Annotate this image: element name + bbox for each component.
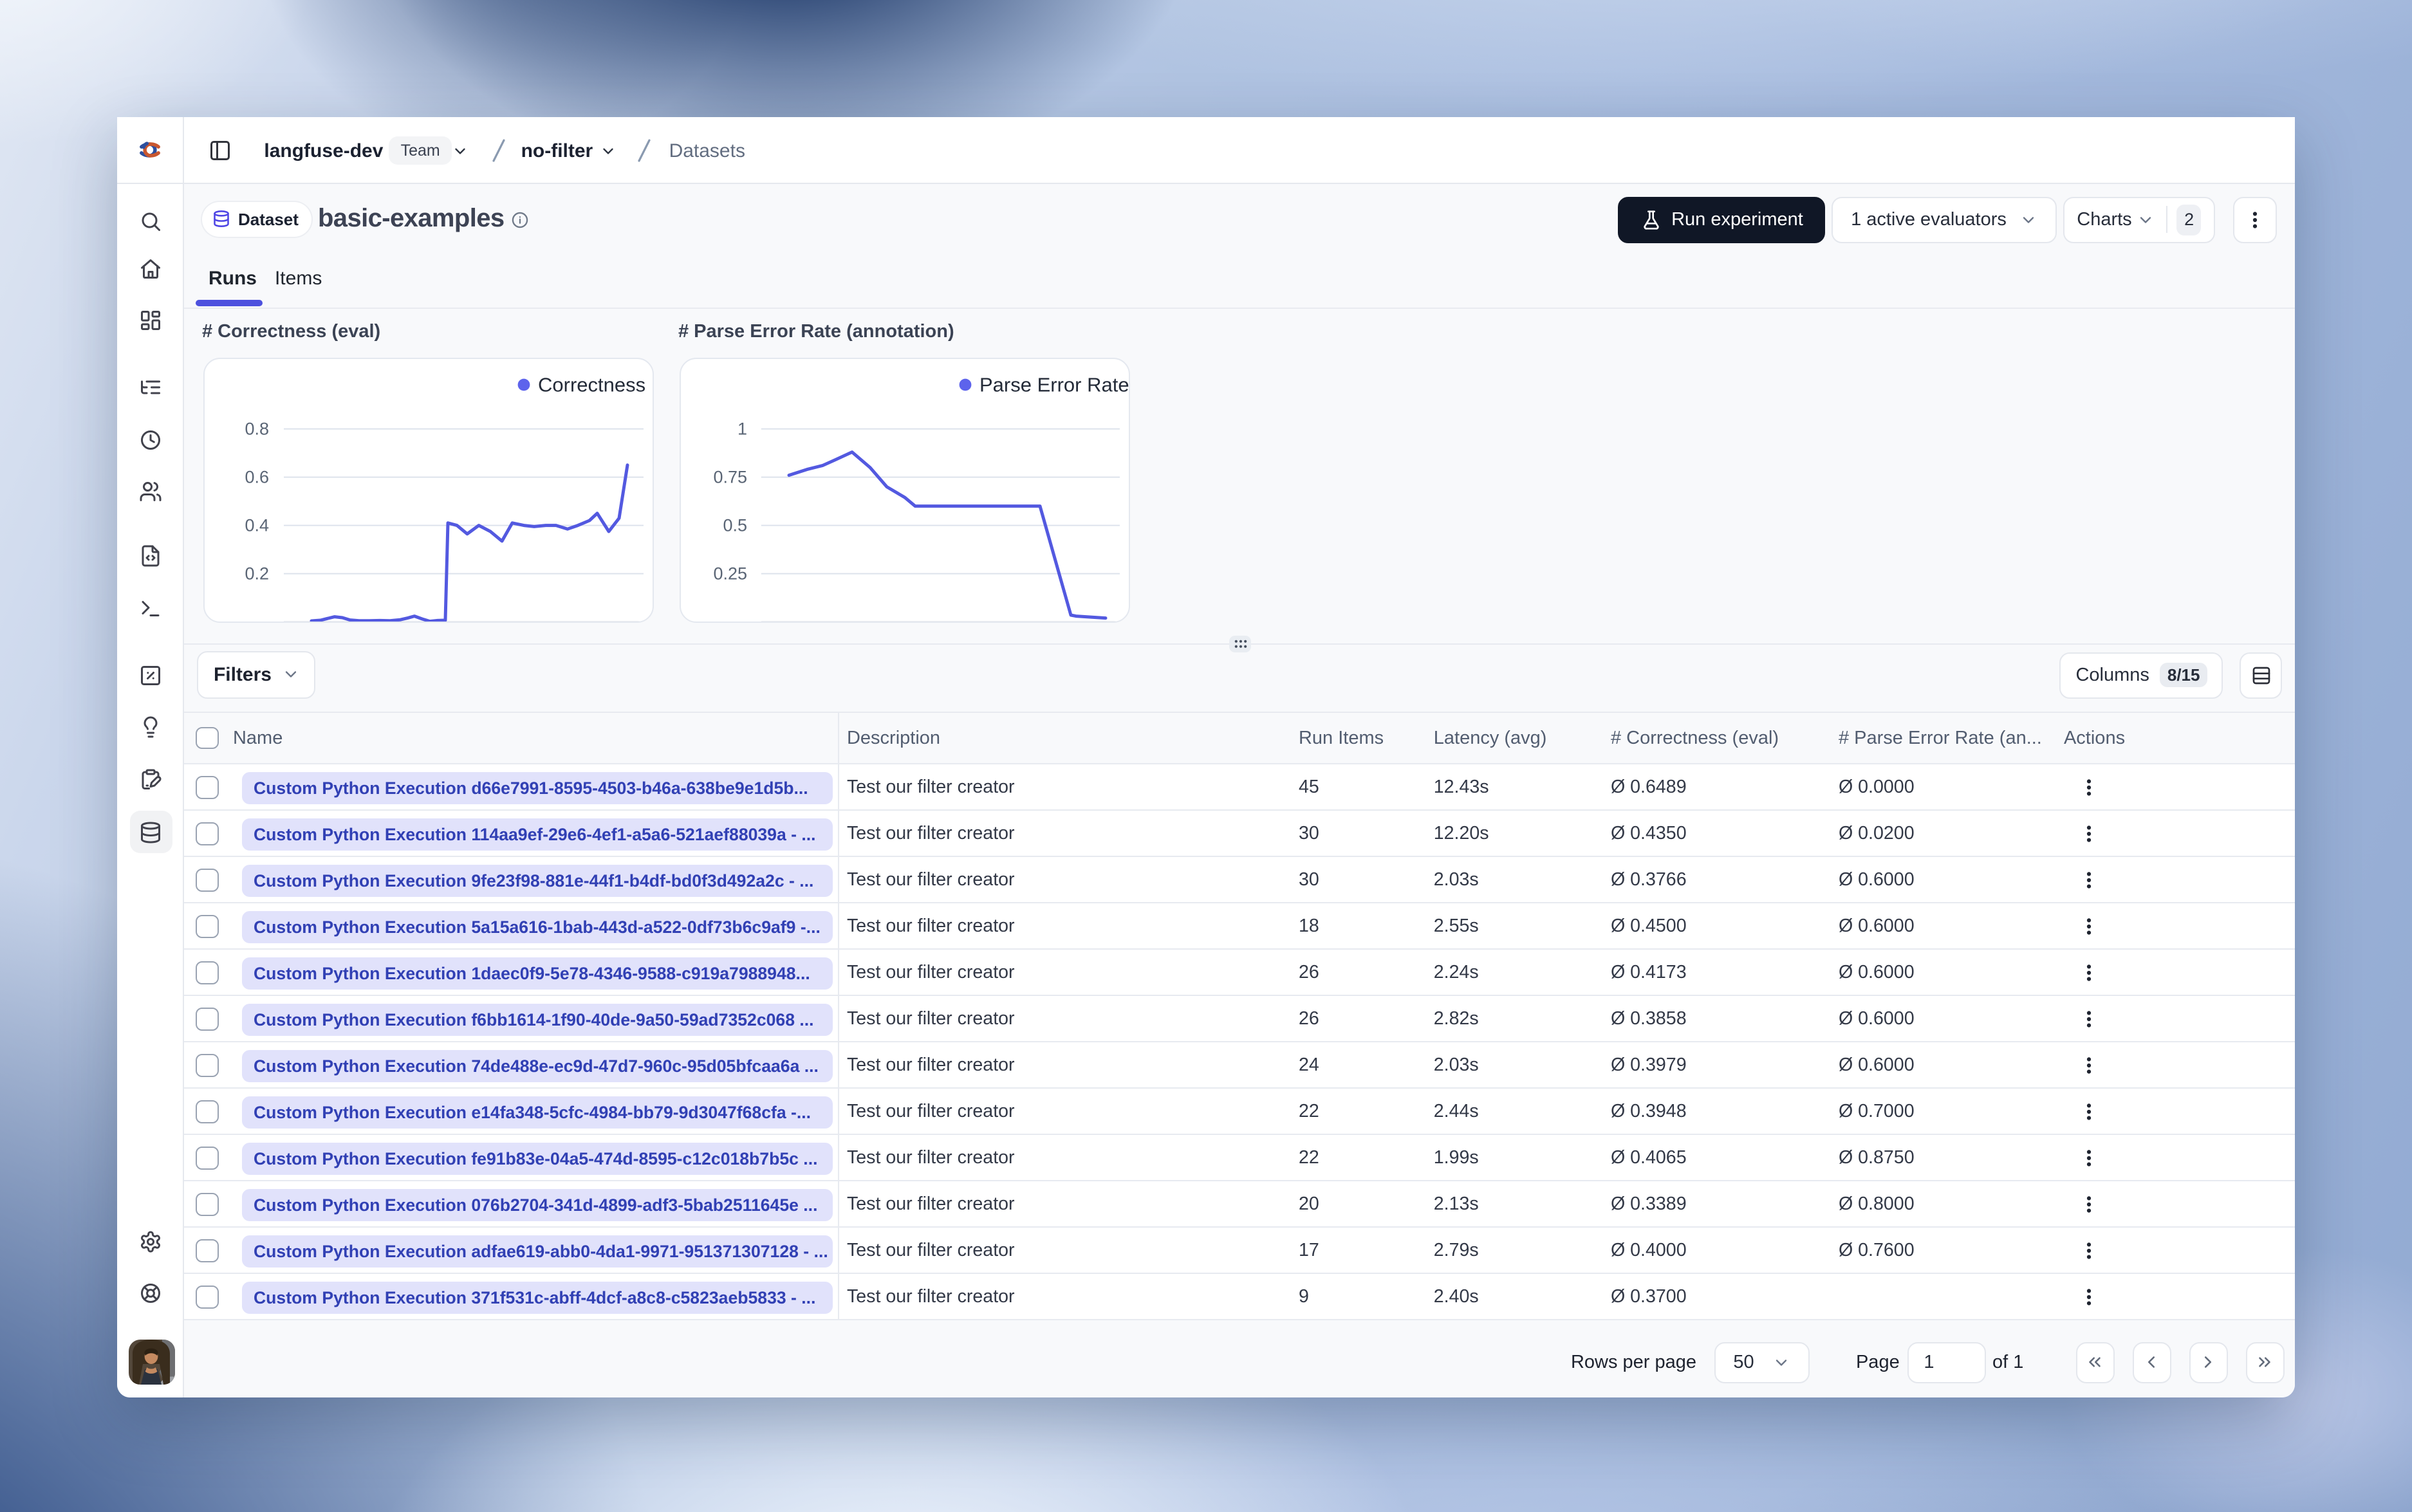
svg-text:0.25: 0.25 <box>713 564 747 583</box>
svg-text:Parse Error Rate: Parse Error Rate <box>979 373 1129 396</box>
svg-text:0.5: 0.5 <box>723 515 747 535</box>
svg-text:1: 1 <box>738 419 747 438</box>
svg-text:0.2: 0.2 <box>245 564 269 583</box>
svg-text:0.4: 0.4 <box>245 515 269 535</box>
svg-text:0.6: 0.6 <box>245 467 269 486</box>
svg-text:Correctness: Correctness <box>538 373 645 396</box>
svg-text:0.8: 0.8 <box>245 419 269 438</box>
svg-text:0.75: 0.75 <box>713 467 747 486</box>
